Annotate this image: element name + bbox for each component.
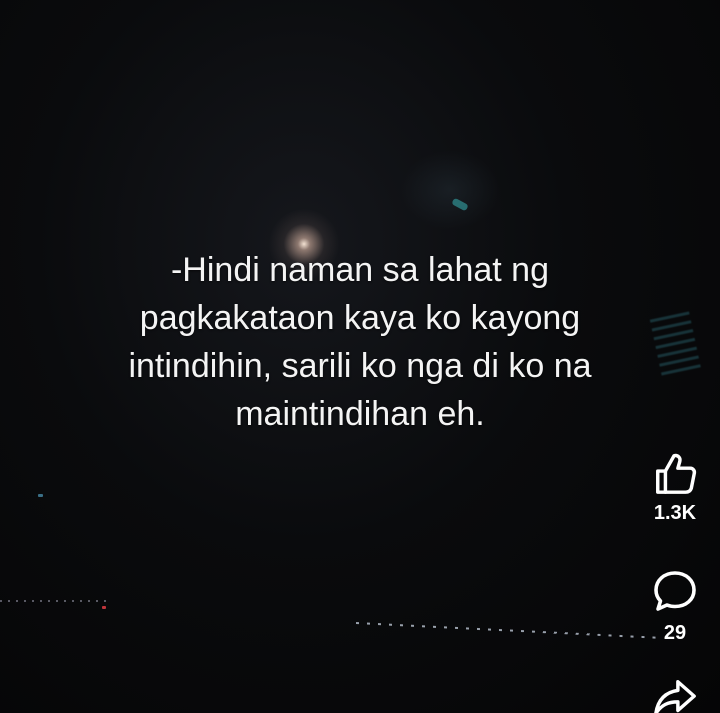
- post-caption: -Hindi naman sa lahat ng pagkakataon kay…: [128, 251, 592, 433]
- share-button[interactable]: [640, 676, 710, 713]
- background-blue-light: [38, 494, 43, 497]
- like-count: 1.3K: [653, 502, 697, 524]
- comment-bubble-icon: [654, 571, 696, 611]
- comment-count: 29: [663, 622, 687, 644]
- background-road-lights: [355, 622, 656, 639]
- like-button[interactable]: 1.3K: [640, 450, 710, 524]
- post-viewer: -Hindi naman sa lahat ng pagkakataon kay…: [0, 0, 720, 713]
- comment-button[interactable]: 29: [640, 568, 710, 644]
- background-red-light: [102, 606, 106, 609]
- background-distant-lights: [0, 600, 110, 602]
- share-arrow-icon: [654, 680, 696, 713]
- thumbs-up-icon: [656, 453, 697, 494]
- background-haze: [400, 150, 500, 230]
